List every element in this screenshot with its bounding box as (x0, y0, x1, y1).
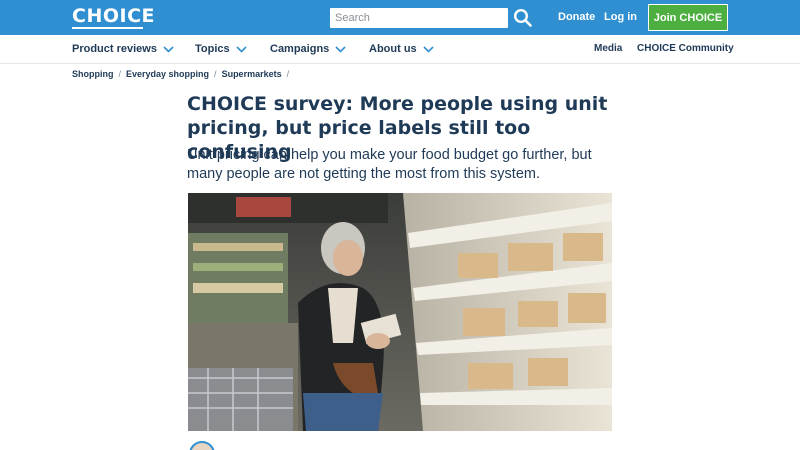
nav-item-label: About us (369, 43, 417, 55)
breadcrumb-separator: / (118, 69, 122, 79)
main-nav: Product reviews Topics Campaigns About u… (0, 35, 800, 64)
breadcrumb-supermarkets[interactable]: Supermarkets (222, 69, 282, 79)
nav-product-reviews[interactable]: Product reviews (72, 43, 174, 55)
search-input[interactable] (330, 8, 508, 28)
join-choice-button[interactable]: Join CHOICE (648, 4, 728, 31)
choice-logo[interactable]: CHOICE (72, 6, 155, 30)
chevron-down-icon (163, 45, 174, 53)
nav-topics[interactable]: Topics (195, 43, 247, 55)
chevron-down-icon (236, 45, 247, 53)
hero-image (188, 193, 612, 431)
article-subtitle: Unit pricing can help you make your food… (187, 147, 592, 182)
nav-about-us[interactable]: About us (369, 43, 434, 55)
logo-text: CHOICE (72, 5, 155, 27)
logo-underline (72, 27, 143, 29)
breadcrumb-everyday-shopping[interactable]: Everyday shopping (126, 69, 209, 79)
login-link[interactable]: Log in (604, 11, 637, 23)
supermarket-photo (188, 193, 612, 431)
chevron-down-icon (335, 45, 346, 53)
breadcrumb-separator: / (286, 69, 290, 79)
author-avatar[interactable] (189, 441, 215, 450)
nav-item-label: Topics (195, 43, 230, 55)
chevron-down-icon (423, 45, 434, 53)
donate-link[interactable]: Donate (558, 11, 595, 23)
breadcrumb-shopping[interactable]: Shopping (72, 69, 114, 79)
nav-choice-community[interactable]: CHOICE Community (637, 43, 734, 54)
top-header: CHOICE Donate Log in Join CHOICE (0, 0, 800, 35)
search-button[interactable] (513, 8, 533, 28)
nav-item-label: Product reviews (72, 43, 157, 55)
nav-item-label: Campaigns (270, 43, 330, 55)
nav-campaigns[interactable]: Campaigns (270, 43, 346, 55)
search-icon (513, 8, 532, 27)
breadcrumb-separator: / (214, 69, 217, 79)
breadcrumb: Shopping / Everyday shopping / Supermark… (72, 69, 294, 79)
nav-media[interactable]: Media (594, 43, 622, 54)
